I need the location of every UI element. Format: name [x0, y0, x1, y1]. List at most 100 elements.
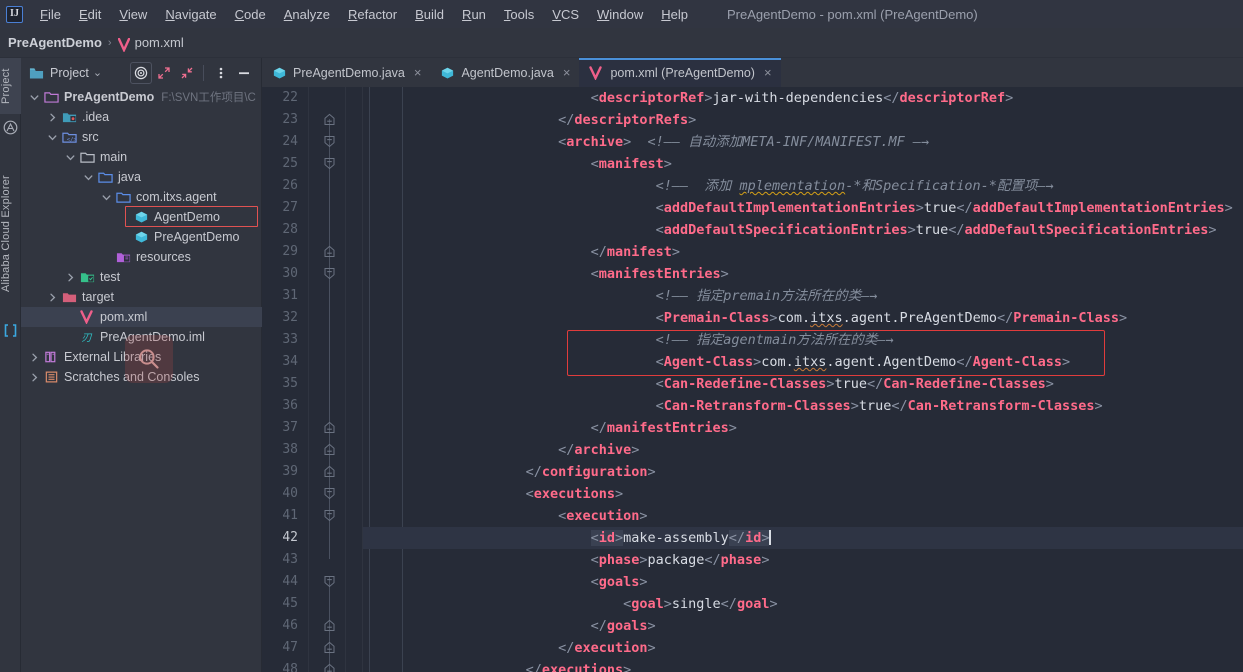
code-line[interactable]: <phase>package</phase>	[363, 549, 1243, 571]
fold-toggle-icon[interactable]	[323, 641, 336, 654]
code-line[interactable]: </configuration>	[363, 461, 1243, 483]
maven-tool-icon[interactable]	[3, 120, 18, 135]
tree-item-src[interactable]: </> src	[21, 127, 262, 147]
code-line[interactable]: <Premain-Class>com.itxs.agent.PreAgentDe…	[363, 307, 1243, 329]
code-line[interactable]: </goals>	[363, 615, 1243, 637]
fold-toggle-icon[interactable]	[323, 619, 336, 632]
tree-item-main[interactable]: main	[21, 147, 262, 167]
tree-item-target[interactable]: target	[21, 287, 262, 307]
editor-tab-pom-xml-preagentdemo-[interactable]: pom.xml (PreAgentDemo) ×	[579, 58, 781, 87]
code-line[interactable]: <addDefaultImplementationEntries>true</a…	[363, 197, 1243, 219]
search-icon[interactable]	[125, 335, 173, 383]
sidebar-item-alibaba-cloud-explorer[interactable]: Alibaba Cloud Explorer	[0, 158, 21, 310]
code-folding-column[interactable]	[320, 87, 340, 672]
code-line[interactable]: <Can-Redefine-Classes>true</Can-Redefine…	[363, 373, 1243, 395]
menu-item-tools[interactable]: Tools	[495, 4, 543, 25]
code-line[interactable]: <!—— 指定agentmain方法所在的类—→	[363, 329, 1243, 351]
code-line[interactable]: <!—— 指定premain方法所在的类—→	[363, 285, 1243, 307]
chevron-down-icon[interactable]	[29, 92, 40, 103]
fold-toggle-icon[interactable]	[323, 157, 336, 170]
breadcrumb-project[interactable]: PreAgentDemo	[8, 35, 102, 50]
fold-toggle-icon[interactable]	[323, 113, 336, 126]
chevron-right-icon[interactable]	[47, 292, 58, 303]
menu-item-refactor[interactable]: Refactor	[339, 4, 406, 25]
chevron-down-icon[interactable]: ⌄	[93, 66, 102, 79]
editor-gutter[interactable]: 22 23 24 25 26 27 28 29 30 31 32 33 34 35 36 37 38 39 40 41…	[262, 87, 363, 672]
editor-tab-preagentdemo-java[interactable]: PreAgentDemo.java ×	[262, 58, 430, 87]
chevron-right-icon[interactable]	[47, 112, 58, 123]
code-line[interactable]: <archive> <!—— 自动添加META-INF/MANIFEST.MF …	[363, 131, 1243, 153]
code-line[interactable]: <goals>	[363, 571, 1243, 593]
tree-item-preagentdemo[interactable]: PreAgentDemo	[21, 227, 262, 247]
fold-toggle-icon[interactable]	[323, 465, 336, 478]
tree-item-resources[interactable]: resources	[21, 247, 262, 267]
fold-toggle-icon[interactable]	[323, 509, 336, 522]
tree-item-java[interactable]: java	[21, 167, 262, 187]
tree-item-pom-xml[interactable]: pom.xml	[21, 307, 262, 327]
code-line[interactable]: <manifest>	[363, 153, 1243, 175]
chevron-right-icon[interactable]	[29, 372, 40, 383]
close-icon[interactable]: ×	[764, 65, 772, 80]
menu-item-view[interactable]: View	[110, 4, 156, 25]
code-line[interactable]: <goal>single</goal>	[363, 593, 1243, 615]
close-icon[interactable]: ×	[414, 65, 422, 80]
code-line[interactable]: <execution>	[363, 505, 1243, 527]
code-line[interactable]: </manifest>	[363, 241, 1243, 263]
code-line[interactable]: <addDefaultSpecificationEntries>true</ad…	[363, 219, 1243, 241]
menu-item-run[interactable]: Run	[453, 4, 495, 25]
code-line[interactable]: <manifestEntries>	[363, 263, 1243, 285]
code-line[interactable]: </executions>	[363, 659, 1243, 672]
options-icon[interactable]	[210, 62, 232, 84]
collapse-all-icon[interactable]	[176, 62, 198, 84]
code-line[interactable]: </archive>	[363, 439, 1243, 461]
fold-toggle-icon[interactable]	[323, 267, 336, 280]
fold-toggle-icon[interactable]	[323, 575, 336, 588]
code-line[interactable]: </execution>	[363, 637, 1243, 659]
editor-tab-agentdemo-java[interactable]: AgentDemo.java ×	[430, 58, 579, 87]
code-line[interactable]: <executions>	[363, 483, 1243, 505]
locate-icon[interactable]	[130, 61, 152, 84]
fold-toggle-icon[interactable]	[323, 135, 336, 148]
menu-item-vcs[interactable]: VCS	[543, 4, 588, 25]
code-line[interactable]: <id>make-assembly</id>	[363, 527, 1243, 549]
breadcrumb-file[interactable]: pom.xml	[135, 35, 184, 50]
fold-toggle-icon[interactable]	[323, 245, 336, 258]
menu-item-help[interactable]: Help	[652, 4, 697, 25]
menu-item-navigate[interactable]: Navigate	[156, 4, 225, 25]
chevron-right-icon[interactable]	[65, 272, 76, 283]
menu-item-analyze[interactable]: Analyze	[275, 4, 339, 25]
code-line[interactable]: <Agent-Class>com.itxs.agent.AgentDemo</A…	[363, 351, 1243, 373]
tree-item-agentdemo[interactable]: AgentDemo	[21, 207, 262, 227]
chevron-down-icon[interactable]	[47, 132, 58, 143]
chevron-right-icon[interactable]	[29, 352, 40, 363]
tree-item-preagentdemo[interactable]: PreAgentDemo F:\SVN工作项目\C	[21, 87, 262, 107]
sidebar-item-project[interactable]: Project	[0, 58, 21, 114]
tree-item--idea[interactable]: .idea	[21, 107, 262, 127]
chevron-down-icon[interactable]	[65, 152, 76, 163]
code-line[interactable]: <descriptorRef>jar-with-dependencies</de…	[363, 87, 1243, 109]
line-number: 32	[282, 310, 298, 325]
fold-toggle-icon[interactable]	[323, 487, 336, 500]
code-line[interactable]: <!—— 添加 mplementation-*和Specification-*配…	[363, 175, 1243, 197]
menu-item-code[interactable]: Code	[226, 4, 275, 25]
menu-item-window[interactable]: Window	[588, 4, 652, 25]
code-line[interactable]: </descriptorRefs>	[363, 109, 1243, 131]
expand-all-icon[interactable]	[153, 62, 175, 84]
code-content[interactable]: <descriptorRef>jar-with-dependencies</de…	[363, 87, 1243, 672]
fold-toggle-icon[interactable]	[323, 443, 336, 456]
menu-item-build[interactable]: Build	[406, 4, 453, 25]
cloud-explorer-icon[interactable]	[3, 323, 18, 338]
chevron-down-icon[interactable]	[83, 172, 94, 183]
code-editor[interactable]: 22 23 24 25 26 27 28 29 30 31 32 33 34 35 36 37 38 39 40 41…	[262, 87, 1243, 672]
hide-panel-icon[interactable]	[233, 62, 255, 84]
menu-item-edit[interactable]: Edit	[70, 4, 110, 25]
code-line[interactable]: <Can-Retransform-Classes>true</Can-Retra…	[363, 395, 1243, 417]
code-line[interactable]: </manifestEntries>	[363, 417, 1243, 439]
fold-toggle-icon[interactable]	[323, 663, 336, 672]
tree-item-com-itxs-agent[interactable]: com.itxs.agent	[21, 187, 262, 207]
tree-item-test[interactable]: test	[21, 267, 262, 287]
chevron-down-icon[interactable]	[101, 192, 112, 203]
close-icon[interactable]: ×	[563, 65, 571, 80]
menu-item-file[interactable]: File	[31, 4, 70, 25]
fold-toggle-icon[interactable]	[323, 421, 336, 434]
